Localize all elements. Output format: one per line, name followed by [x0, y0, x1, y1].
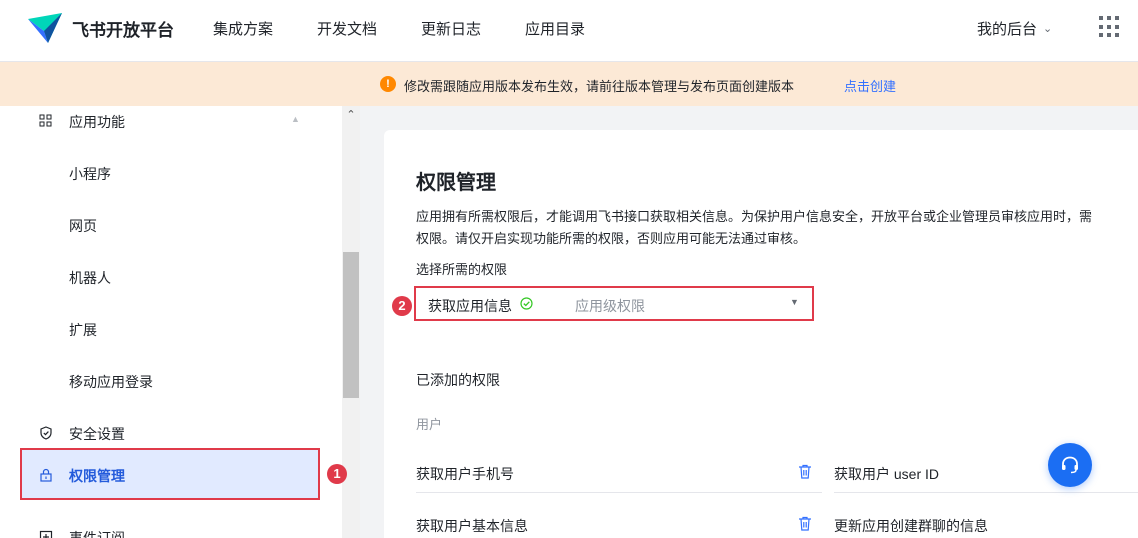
sidebar-item-label: 机器人: [69, 270, 111, 286]
lock-icon: [40, 468, 52, 482]
permission-select-value: 获取应用信息: [428, 298, 512, 314]
sidebar-item-label: 权限管理: [69, 468, 125, 484]
permission-scope: 应用级权限: [575, 298, 645, 314]
sidebar-item-bot[interactable]: 机器人: [0, 252, 320, 304]
sidebar-item-permissions[interactable]: 权限管理: [20, 448, 320, 500]
sidebar-item-label: 网页: [69, 218, 97, 234]
sidebar-item-label: 移动应用登录: [69, 374, 153, 390]
help-support-button[interactable]: [1048, 443, 1092, 487]
divider: [834, 492, 1138, 493]
annotation-badge-1: 1: [327, 464, 347, 484]
permission-item: 更新应用创建群聊的信息: [834, 518, 988, 534]
collapse-arrow-icon[interactable]: ▲: [291, 114, 300, 124]
sidebar-section-label: 应用功能: [69, 114, 125, 130]
page-title: 权限管理: [416, 172, 496, 194]
nav-solutions[interactable]: 集成方案: [213, 18, 273, 39]
event-subscribe-icon: [39, 530, 53, 538]
sidebar-item-label: 小程序: [69, 166, 111, 182]
delete-icon[interactable]: [798, 516, 812, 531]
delete-icon[interactable]: [798, 464, 812, 479]
divider: [416, 492, 822, 493]
grid-icon: [39, 114, 52, 127]
sidebar-section-app-features[interactable]: 应用功能 ▲: [0, 106, 320, 148]
sidebar-item-extension[interactable]: 扩展: [0, 304, 320, 356]
top-navbar: 飞书开放平台 集成方案 开发文档 更新日志 应用目录 我的后台 ⌄: [0, 0, 1138, 62]
permission-item: 获取用户基本信息: [416, 518, 528, 534]
nav-app-directory[interactable]: 应用目录: [525, 18, 585, 39]
scrollbar-thumb[interactable]: [343, 252, 359, 398]
check-circle-icon: [520, 297, 533, 310]
sidebar-item-web[interactable]: 网页: [0, 200, 320, 252]
sidebar: 应用功能 ▲ 小程序 网页 机器人 扩展 移动应用登录 安全设置 权限管理 事件…: [0, 106, 360, 538]
console-menu[interactable]: 我的后台 ⌄: [977, 18, 1052, 39]
sidebar-item-label: 安全设置: [69, 426, 125, 442]
select-permission-label: 选择所需的权限: [416, 262, 508, 277]
create-version-link[interactable]: 点击创建: [844, 76, 896, 95]
nav-docs[interactable]: 开发文档: [317, 18, 377, 39]
sidebar-item-label: 事件订阅: [69, 530, 125, 538]
sidebar-item-mini-program[interactable]: 小程序: [0, 148, 320, 200]
permission-item: 获取用户手机号: [416, 466, 514, 482]
description-line-1: 应用拥有所需权限后，才能调用飞书接口获取相关信息。为保护用户信息安全，开放平台或…: [416, 209, 1093, 224]
apps-grid-icon[interactable]: [1099, 16, 1121, 38]
scroll-up-arrow-icon[interactable]: ⌃: [342, 108, 360, 121]
nav-changelog[interactable]: 更新日志: [421, 18, 481, 39]
warning-icon: !: [380, 76, 396, 92]
description-line-2: 权限。请仅开启实现功能所需的权限，否则应用可能无法通过审核。: [416, 231, 807, 246]
added-permissions-label: 已添加的权限: [416, 372, 500, 388]
group-label-user: 用户: [416, 417, 443, 432]
headset-icon: [1062, 456, 1078, 474]
permissions-card: 权限管理 应用拥有所需权限后，才能调用飞书接口获取相关信息。为保护用户信息安全，…: [384, 130, 1138, 538]
permission-item: 获取用户 user ID: [834, 466, 940, 482]
sidebar-item-events[interactable]: 事件订阅: [0, 512, 320, 538]
chevron-down-icon: ⌄: [1043, 23, 1053, 35]
shield-icon: [40, 426, 52, 440]
console-label: 我的后台: [977, 21, 1038, 38]
description: 应用拥有所需权限后，才能调用飞书接口获取相关信息。为保护用户信息安全，开放平台或…: [416, 206, 1138, 250]
caret-down-icon: ▼: [790, 297, 799, 307]
sidebar-item-mobile-login[interactable]: 移动应用登录: [0, 356, 320, 408]
permission-select[interactable]: 获取应用信息 应用级权限 ▼: [414, 286, 814, 321]
notice-bar: ! 修改需跟随应用版本发布生效，请前往版本管理与发布页面创建版本 点击创建: [0, 62, 1138, 106]
sidebar-item-label: 扩展: [69, 322, 97, 338]
brand-name[interactable]: 飞书开放平台: [72, 16, 174, 41]
annotation-badge-2: 2: [392, 296, 412, 316]
notice-text: 修改需跟随应用版本发布生效，请前往版本管理与发布页面创建版本: [404, 79, 795, 94]
feishu-logo-icon[interactable]: [26, 9, 66, 47]
